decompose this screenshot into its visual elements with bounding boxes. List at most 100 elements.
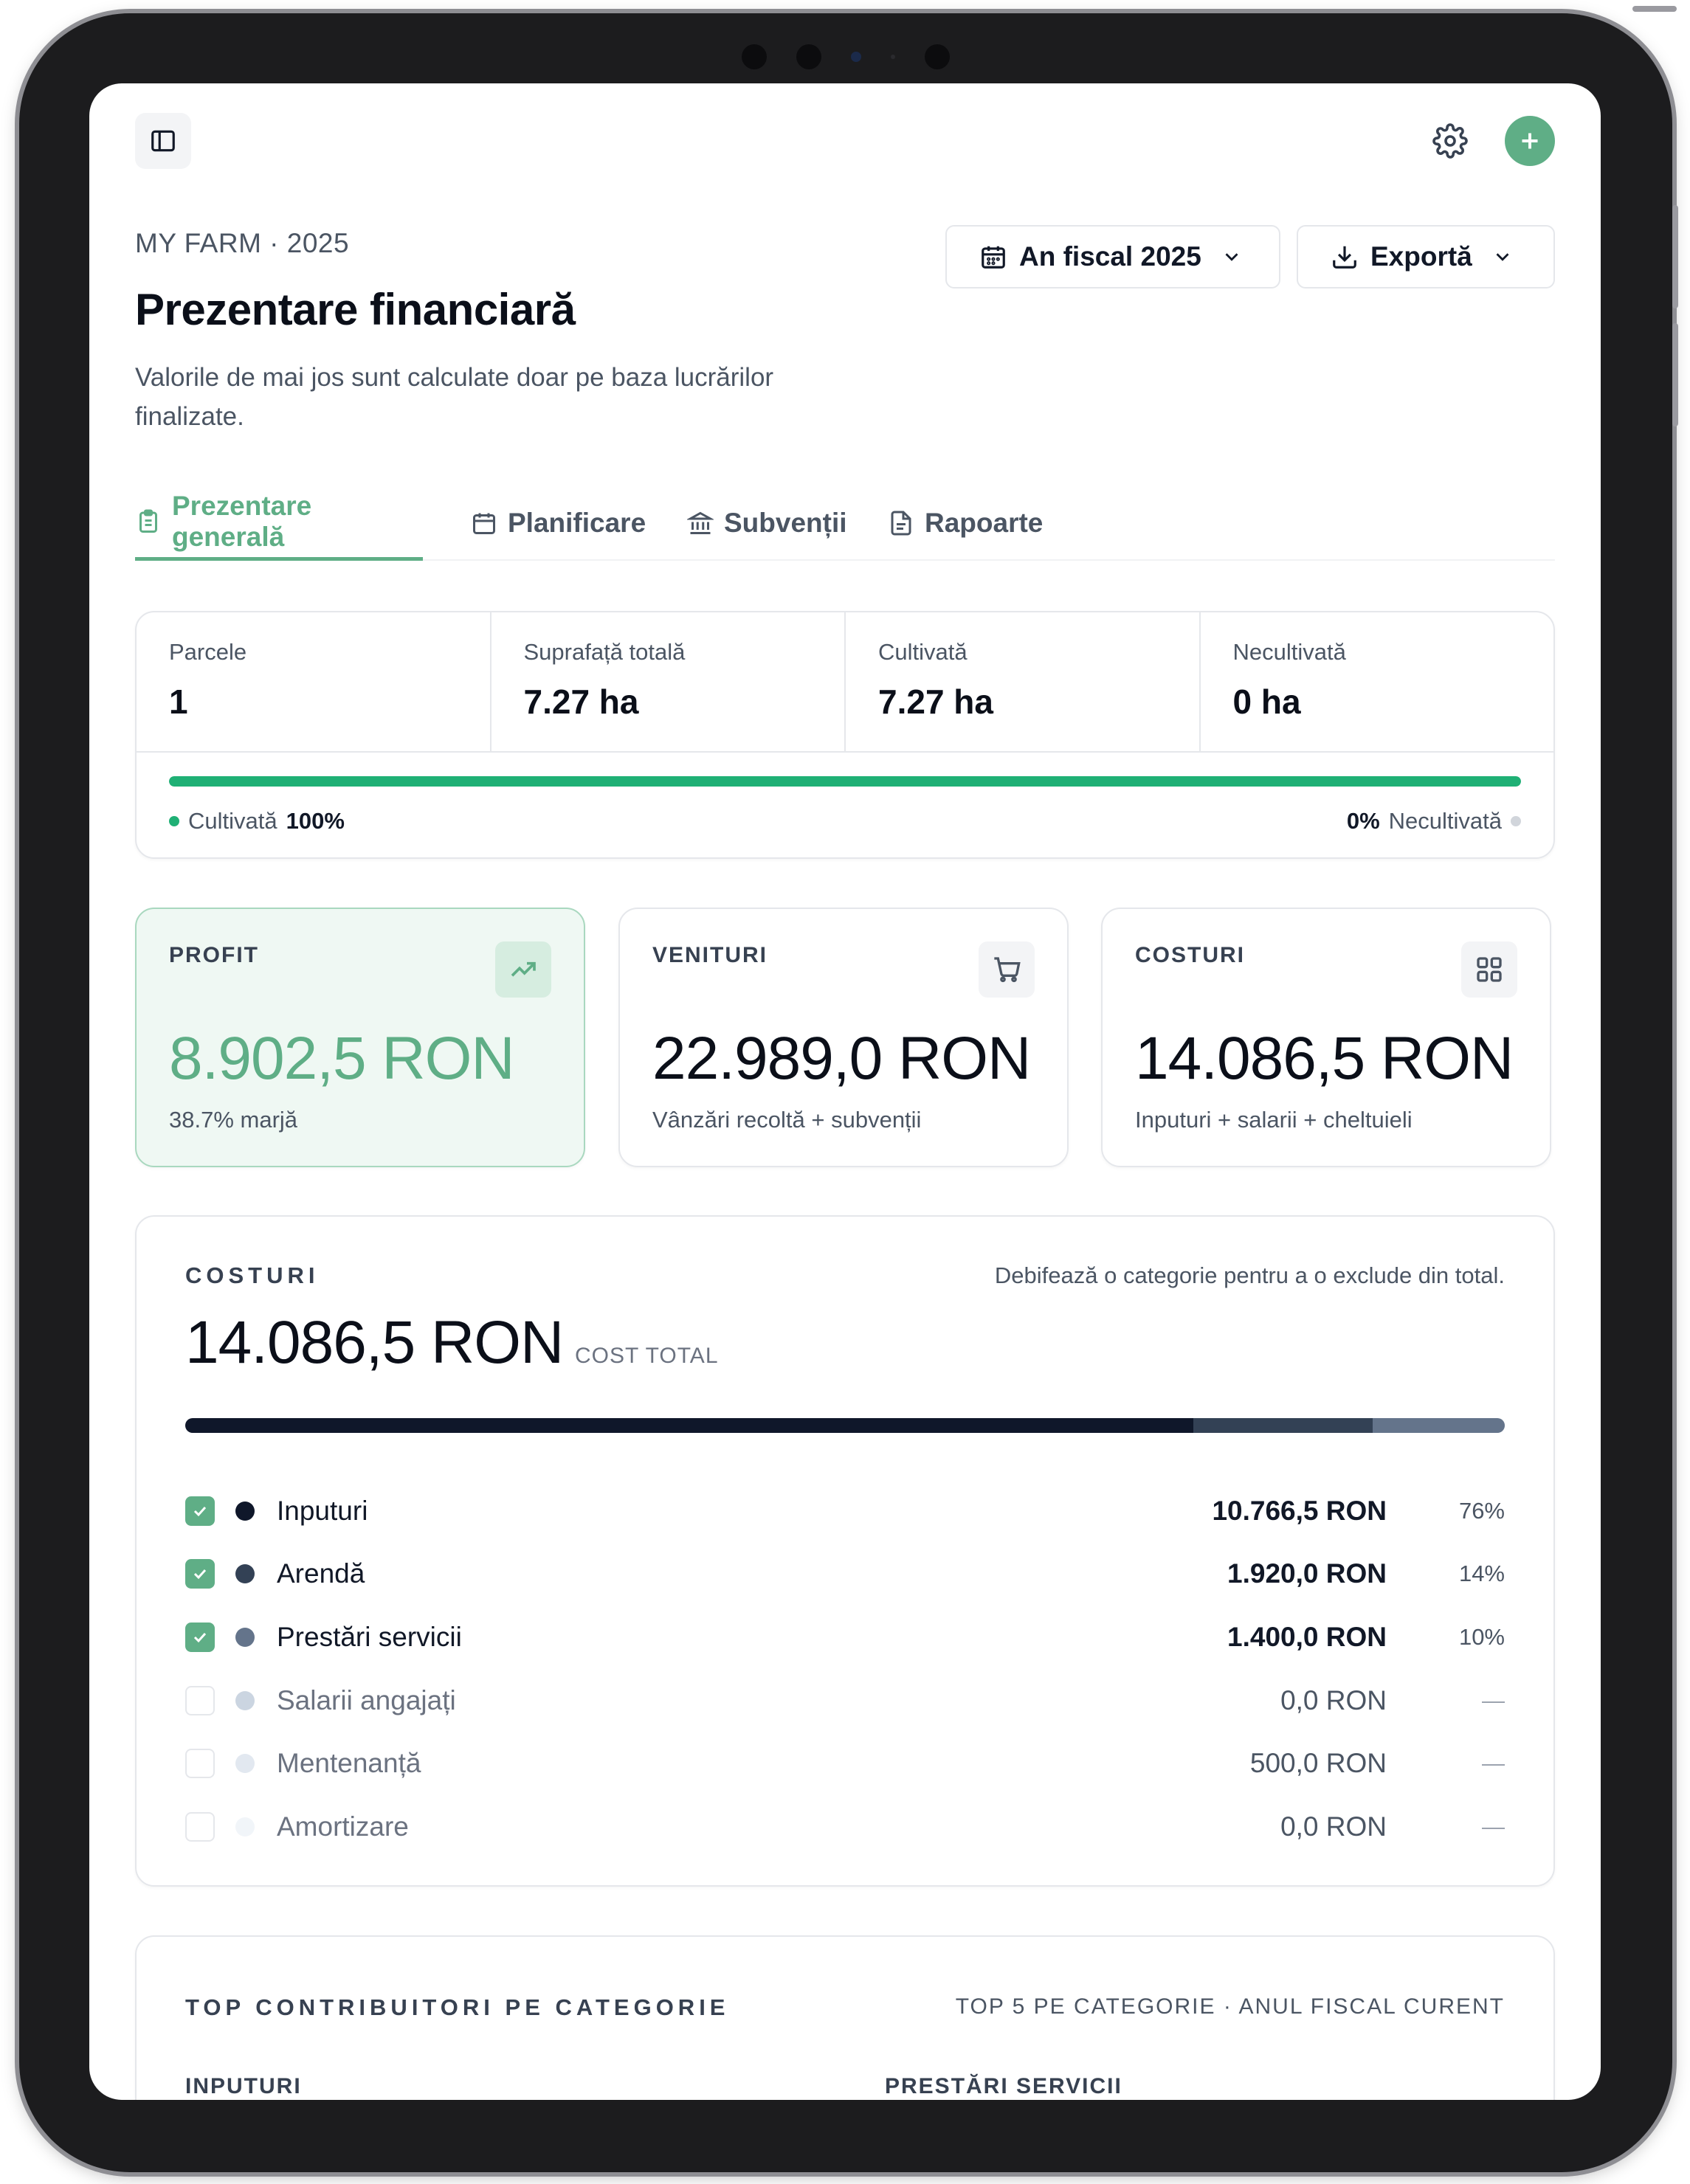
category-amount: 0,0 RON [1280,1684,1387,1715]
section-label: COSTURI [185,1262,320,1288]
farm-eyebrow: MY FARM · 2025 [135,228,350,258]
stat-label: Necultivată [1232,639,1346,665]
tab-planning[interactable]: Planificare [471,485,646,561]
calendar-icon [473,513,495,534]
cost-bar-segment [1193,1418,1373,1433]
tab-subsidies[interactable]: Subvenții [687,485,847,561]
grid-icon [1477,957,1502,982]
cost-category-list: Inputuri 10.766,5 RON 76% Arendă 1.920,0… [185,1479,1505,1859]
cultivated-legend: Cultivată 100% 0% Necultivată [169,808,1521,837]
stat-total-area: Suprafață totală 7.27 ha [492,612,846,751]
category-name: Amortizare [277,1811,409,1842]
page-title: Prezentare financiară [135,285,576,334]
category-name: Salarii angajați [277,1684,456,1715]
revenue-card: VENITURI 22.989,0 RON Vânzări recoltă + … [618,908,1069,1167]
category-amount: 1.920,0 RON [1227,1558,1387,1589]
cost-bar-segment [185,1418,1194,1433]
legend-dot [1511,816,1521,826]
add-button[interactable] [1505,116,1555,166]
category-checkbox[interactable] [185,1811,215,1842]
stat-label: Parcele [169,639,247,665]
sidebar-toggle-button[interactable] [135,113,191,169]
cost-row: Amortizare 0,0 RON — [185,1795,1505,1859]
stat-label: Suprafață totală [523,639,686,665]
costs-hint: Debifează o categorie pentru a o exclude… [994,1262,1505,1288]
category-percent: — [1482,1813,1505,1839]
download-icon [1333,246,1356,269]
column-heading-services: PRESTĂRI SERVICII [885,2074,1122,2098]
costs-total-label: COST TOTAL [575,1344,719,1368]
cultivated-progress-fill [169,776,1521,787]
trending-up-icon [511,961,536,977]
category-color-dot [235,1501,255,1521]
metric-value: 22.989,0 RON [652,1025,1031,1092]
sensor-dot [796,44,821,69]
calendar-icon [982,246,1005,269]
camera-bar [742,44,950,69]
category-percent: 76% [1458,1497,1505,1524]
metric-icon-box [495,941,551,998]
costs-breakdown-card: COSTURI Debifează o categorie pentru a o… [135,1215,1555,1887]
sensor-dot [891,55,895,59]
tab-reports[interactable]: Rapoarte [888,485,1043,561]
fiscal-year-dropdown[interactable]: An fiscal 2025 [945,225,1280,288]
stat-value: 7.27 ha [878,682,993,721]
gear-icon [1432,123,1468,159]
metric-icon-box [1461,941,1517,998]
sensor-dot [925,44,950,69]
uncultivated-percent: 0% [1346,808,1380,834]
stat-label: Cultivată [878,639,968,665]
costs-total: 14.086,5 RON [185,1309,564,1376]
land-stats-card: Parcele 1 Suprafață totală 7.27 ha Culti… [135,611,1555,859]
top-contributors-card: TOP CONTRIBUITORI PE CATEGORIE TOP 5 PE … [135,1935,1555,2100]
category-amount: 0,0 RON [1280,1811,1387,1842]
category-amount: 10.766,5 RON [1212,1495,1387,1526]
tab-label: Subvenții [724,508,847,538]
category-checkbox[interactable] [185,1685,215,1715]
settings-button[interactable] [1427,117,1474,165]
stat-parcels: Parcele 1 [137,612,492,751]
screen: MY FARM · 2025 Prezentare financiară Val… [89,83,1601,2100]
volume-up-button [1672,205,1678,308]
power-button [1632,6,1677,12]
category-name: Inputuri [277,1495,368,1526]
export-label: Exportă [1370,241,1472,272]
category-name: Arendă [277,1558,365,1589]
category-color-dot [235,1564,255,1584]
page-subtitle: Valorile de mai jos sunt calculate doar … [135,363,774,431]
tab-label: Planificare [508,508,646,538]
cost-row: Prestări servicii 1.400,0 RON 10% [185,1606,1505,1669]
metric-subtext: Inputuri + salarii + cheltuieli [1135,1107,1413,1133]
category-color-dot [235,1627,255,1647]
cost-row: Inputuri 10.766,5 RON 76% [185,1479,1505,1543]
cart-icon [994,957,1021,983]
fiscal-year-label: An fiscal 2025 [1019,241,1201,272]
category-percent: 14% [1458,1561,1505,1587]
category-percent: 10% [1458,1623,1505,1650]
check-icon [193,1569,207,1580]
check-icon [193,1506,207,1516]
stat-cultivated: Cultivată 7.27 ha [846,612,1201,751]
category-checkbox[interactable] [185,1622,215,1652]
category-checkbox[interactable] [185,1559,215,1589]
metric-icon-box [979,941,1035,998]
section-label: TOP CONTRIBUITORI PE CATEGORIE [185,1994,730,2020]
sensor-dot [742,44,767,69]
chevron-down-icon [1496,253,1509,261]
column-heading-inputs: INPUTURI [185,2074,302,2098]
legend-dot [169,816,179,826]
category-checkbox[interactable] [185,1749,215,1779]
metric-subtext: 38.7% marjă [169,1107,298,1133]
cost-row: Mentenanță 500,0 RON — [185,1732,1505,1795]
category-color-dot [235,1690,255,1710]
uncultivated-label: Necultivată [1388,808,1502,834]
metric-value: 14.086,5 RON [1135,1025,1514,1092]
profit-card: PROFIT 8.902,5 RON 38.7% marjă [135,908,585,1167]
category-color-dot [235,1754,255,1774]
category-amount: 1.400,0 RON [1227,1621,1387,1652]
category-checkbox[interactable] [185,1496,215,1526]
export-dropdown[interactable]: Exportă [1297,225,1555,288]
metric-label: VENITURI [652,943,768,967]
cultivated-percent: 100% [286,808,345,834]
tab-overview[interactable]: Prezentare generală [135,485,423,561]
